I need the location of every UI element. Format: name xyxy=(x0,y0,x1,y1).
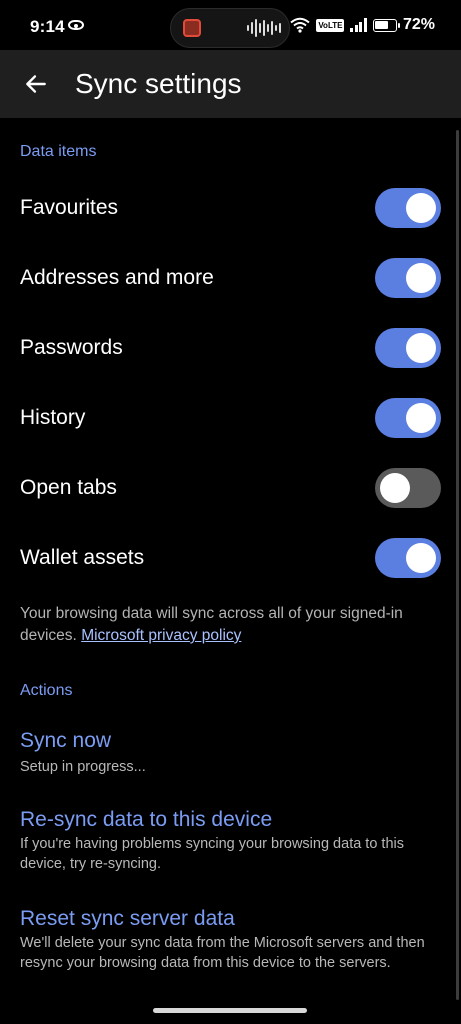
sync-info-note: Your browsing data will sync across all … xyxy=(20,603,450,647)
setting-label: Addresses and more xyxy=(20,266,214,289)
signal-icon xyxy=(350,18,367,32)
setting-row-favourites[interactable]: Favourites xyxy=(0,173,461,243)
scrollbar[interactable] xyxy=(456,130,459,1000)
battery-icon xyxy=(372,18,400,32)
dynamic-island-pill xyxy=(170,8,290,48)
privacy-policy-link[interactable]: Microsoft privacy policy xyxy=(81,627,241,644)
open-tabs-toggle[interactable] xyxy=(375,468,441,508)
setting-row-history[interactable]: History xyxy=(0,383,461,453)
toggle-knob xyxy=(406,543,436,573)
setting-row-open-tabs[interactable]: Open tabs xyxy=(0,453,461,523)
setting-label: History xyxy=(20,406,86,429)
setting-label: Favourites xyxy=(20,196,119,219)
wifi-icon xyxy=(290,17,310,33)
toggle-knob xyxy=(406,403,436,433)
volte-icon: VoLTE xyxy=(316,18,345,32)
arrow-left-icon xyxy=(26,75,46,93)
resync-title[interactable]: Re-sync data to this device xyxy=(20,808,272,832)
section-header-actions: Actions xyxy=(20,682,73,699)
app-activity-icon xyxy=(183,19,201,37)
setting-label: Passwords xyxy=(20,336,123,359)
status-time: 9:14 xyxy=(30,17,65,36)
setting-label: Wallet assets xyxy=(20,546,145,569)
home-indicator[interactable] xyxy=(153,1008,307,1013)
status-bar: 9:14 VoLTE 72% xyxy=(0,0,461,50)
wallet-assets-toggle[interactable] xyxy=(375,538,441,578)
status-icons: VoLTE 72% xyxy=(290,16,435,34)
addresses-toggle[interactable] xyxy=(375,258,441,298)
setting-label: Open tabs xyxy=(20,476,117,499)
history-toggle[interactable] xyxy=(375,398,441,438)
setting-row-wallet-assets[interactable]: Wallet assets xyxy=(0,523,461,593)
setting-row-passwords[interactable]: Passwords xyxy=(0,313,461,383)
back-button[interactable] xyxy=(18,66,54,102)
toggle-knob xyxy=(406,333,436,363)
sync-now-subtitle: Setup in progress... xyxy=(20,759,146,775)
battery-percent: 72% xyxy=(402,16,435,33)
section-header-data-items: Data items xyxy=(20,143,97,160)
reset-subtitle: We'll delete your sync data from the Mic… xyxy=(20,935,425,971)
resync-subtitle: If you're having problems syncing your b… xyxy=(20,836,404,872)
toggle-knob xyxy=(380,473,410,503)
reset-title[interactable]: Reset sync server data xyxy=(20,907,235,931)
passwords-toggle[interactable] xyxy=(375,328,441,368)
audio-wave-icon xyxy=(247,18,281,38)
eye-icon xyxy=(68,20,84,30)
toggle-knob xyxy=(406,263,436,293)
page-title: Sync settings xyxy=(75,68,242,99)
app-bar: Sync settings xyxy=(0,50,461,118)
sync-now-title[interactable]: Sync now xyxy=(20,729,111,753)
setting-row-addresses[interactable]: Addresses and more xyxy=(0,243,461,313)
favourites-toggle[interactable] xyxy=(375,188,441,228)
toggle-knob xyxy=(406,193,436,223)
